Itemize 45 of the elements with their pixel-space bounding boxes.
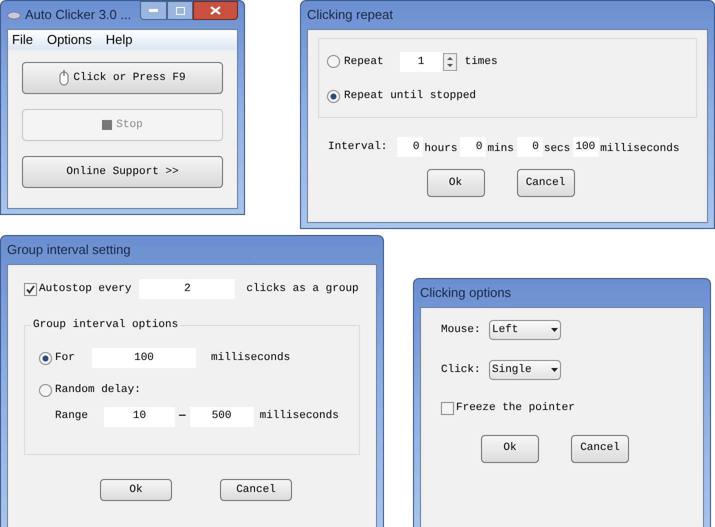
- action-button[interactable]: Online Support >>: [22, 156, 223, 188]
- interval-label: Interval:: [328, 140, 388, 155]
- input-field[interactable]: 100: [92, 348, 196, 368]
- option-label: Repeat: [344, 54, 384, 70]
- action-button[interactable]: Click or Press F9: [22, 62, 223, 94]
- range-label: Range: [55, 409, 90, 424]
- dialog-button[interactable]: Cancel: [220, 479, 292, 501]
- input-field[interactable]: 0: [397, 137, 424, 157]
- window-title: Clicking options: [420, 284, 512, 302]
- unit-label: hours: [424, 142, 458, 156]
- dropdown[interactable]: Left: [489, 320, 561, 340]
- input-field[interactable]: 0: [516, 137, 543, 157]
- input-field[interactable]: 100: [573, 137, 600, 157]
- menu-item[interactable]: Options: [46, 30, 92, 50]
- unit-label: secs: [544, 142, 570, 156]
- checkbox-label: Freeze the pointer: [456, 401, 575, 416]
- input-field[interactable]: 500: [190, 406, 254, 426]
- dialog-button[interactable]: Cancel: [571, 434, 629, 462]
- unit-label: clicks as a group: [246, 282, 359, 297]
- input-field[interactable]: 10: [104, 406, 175, 426]
- range-separator: —: [179, 409, 186, 424]
- dialog-button[interactable]: Ok: [426, 169, 484, 197]
- dialog-button[interactable]: Ok: [481, 434, 539, 462]
- window-title: Clicking repeat: [307, 6, 393, 24]
- select-label: Mouse:: [441, 322, 482, 338]
- option-label: Repeat until stopped: [344, 88, 476, 104]
- window-title: Auto Clicker 3.0 ...: [25, 6, 132, 24]
- menu-item[interactable]: File: [12, 30, 33, 50]
- dropdown[interactable]: Single: [489, 360, 561, 380]
- unit-label: milliseconds: [600, 142, 680, 156]
- option-label: For: [55, 350, 76, 366]
- unit-label: mins: [487, 142, 514, 156]
- input-field[interactable]: 0: [460, 137, 486, 157]
- unit-label: times: [464, 54, 498, 70]
- unit-label: milliseconds: [260, 409, 339, 424]
- unit-label: milliseconds: [211, 350, 290, 366]
- checkbox-label: Autostop every: [39, 282, 132, 297]
- window-title: Group interval setting: [7, 241, 131, 260]
- select-label: Click:: [441, 362, 482, 378]
- dialog-button[interactable]: Ok: [100, 479, 172, 501]
- dialog-button[interactable]: Cancel: [516, 169, 574, 197]
- option-label: Random delay:: [55, 383, 141, 398]
- spin-field[interactable]: 1: [400, 52, 457, 72]
- menu-item[interactable]: Help: [106, 30, 133, 50]
- input-field[interactable]: 2: [139, 279, 236, 299]
